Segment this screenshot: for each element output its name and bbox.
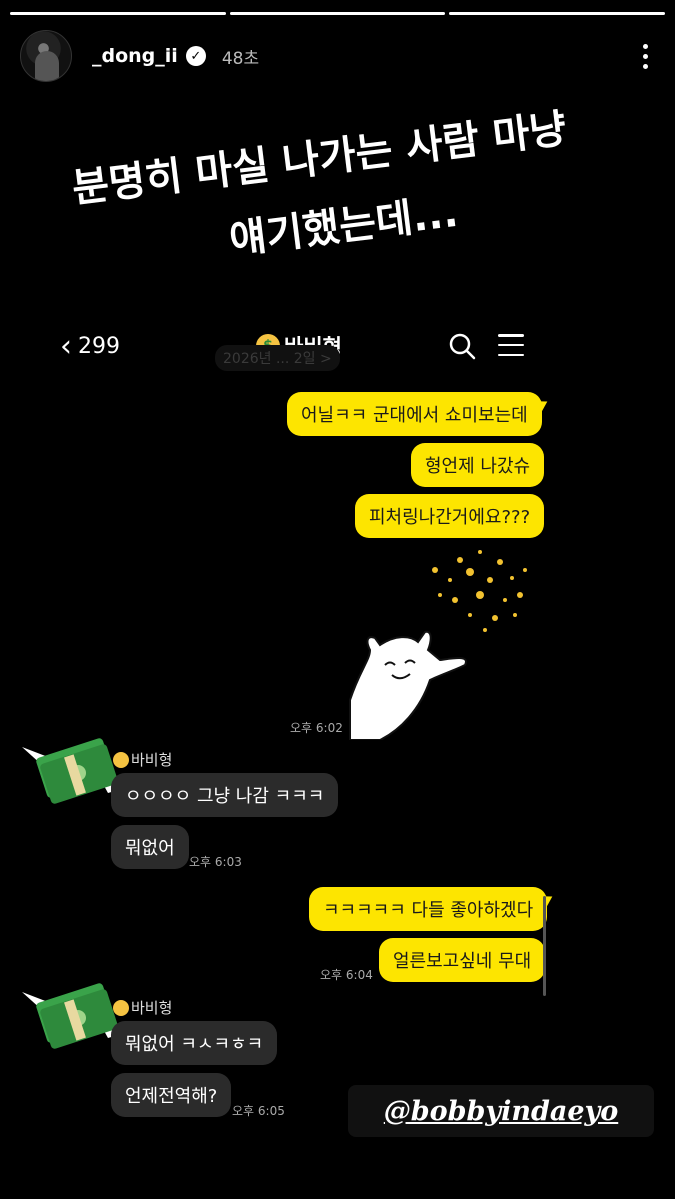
progress-segment-current: [449, 12, 666, 15]
username[interactable]: _dong_ii: [92, 45, 178, 67]
message-time: 오후 6:04: [320, 968, 373, 982]
progress-segment: [10, 12, 226, 15]
sender-name: 바비형: [113, 997, 172, 1018]
message-bubble[interactable]: 언제전역해?: [111, 1073, 232, 1117]
unread-count: 299: [78, 333, 120, 359]
message-bubble[interactable]: 뭐없어: [111, 825, 189, 869]
message-bubble[interactable]: 뭐없어 ㅋㅅㅋㅎㅋ: [111, 1021, 278, 1065]
sender-name: 바비형: [113, 749, 172, 770]
story-progress: [10, 12, 666, 15]
message-time: 오후 6:05: [232, 1104, 285, 1118]
date-divider: 2026년 ... 2일 >: [215, 345, 340, 371]
progress-segment: [229, 12, 446, 15]
caption-sticker: 분명히 마실 나가는 사람 마냥 얘기했는데...: [49, 63, 627, 310]
message-bubble[interactable]: 형언제 나갔슈: [411, 443, 545, 487]
message-time: 오후 6:03: [189, 855, 242, 869]
chevron-left-icon: ‹: [60, 328, 72, 364]
search-icon[interactable]: [448, 332, 476, 360]
message-bubble[interactable]: 피처링나간거에요???: [355, 494, 545, 538]
money-face-emoji-icon: [113, 999, 129, 1016]
message-bubble[interactable]: 얼른보고싶네 무대: [379, 938, 546, 982]
money-face-emoji-icon: [113, 751, 129, 768]
message-bubble[interactable]: ㅇㅇㅇㅇ 그냥 나감 ㅋㅋㅋ: [111, 773, 339, 817]
message-time: 오후 6:02: [290, 721, 343, 735]
celebration-emoticon-icon: [349, 550, 527, 740]
menu-icon[interactable]: [498, 334, 524, 356]
sender-name-label: 바비형: [131, 751, 173, 769]
sender-name-label: 바비형: [131, 999, 173, 1017]
more-options-icon[interactable]: [635, 43, 655, 69]
message-bubble[interactable]: ㅋㅋㅋㅋㅋ 다들 좋아하겠다: [309, 887, 548, 931]
back-button[interactable]: ‹ 299: [60, 322, 120, 370]
message-bubble[interactable]: 어닐ㅋㅋ 군대에서 쇼미보는데: [287, 392, 542, 436]
time-ago: 48초: [221, 48, 260, 69]
chat-scrollbar[interactable]: [543, 896, 546, 996]
verified-badge-icon: ✓: [185, 46, 206, 66]
mention-sticker[interactable]: @bobbyindaeyo: [348, 1085, 654, 1137]
avatar[interactable]: [20, 30, 72, 82]
